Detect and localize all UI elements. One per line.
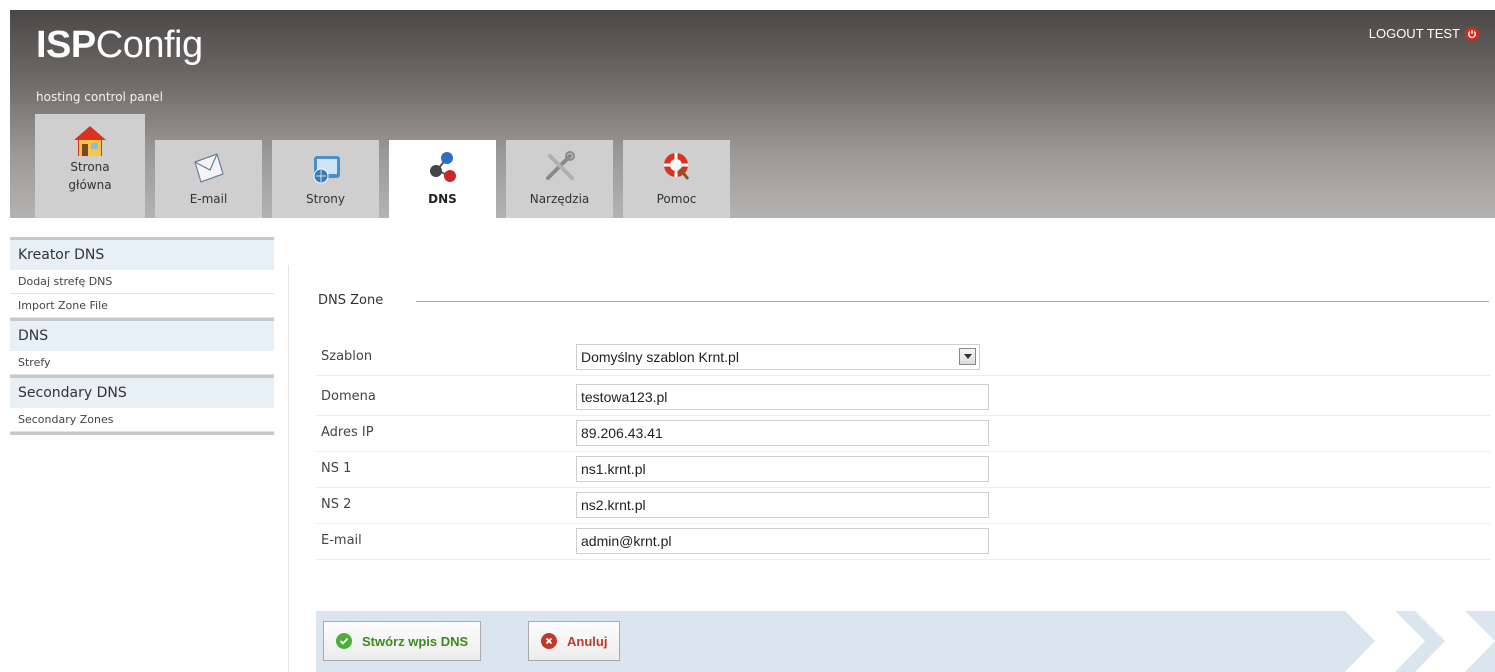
cancel-button-label: Anuluj [567, 633, 608, 649]
header: ISPConfig hosting control panel LOGOUT T… [10, 10, 1495, 218]
domain-input[interactable]: testowa123.pl [576, 384, 989, 410]
form-row-ns1: NS 1 ns1.krnt.pl [316, 452, 1490, 488]
sidebar-item-import-zone-file[interactable]: Import Zone File [10, 294, 274, 318]
form-row-ip: Adres IP 89.206.43.41 [316, 416, 1490, 452]
template-label: Szablon [321, 349, 373, 364]
logout-button[interactable]: LOGOUT TEST [1369, 26, 1479, 41]
template-select-value: Domyślny szablon Krnt.pl [581, 349, 739, 365]
content-divider [288, 265, 289, 672]
ip-input[interactable]: 89.206.43.41 [576, 420, 989, 446]
fieldset-legend: DNS Zone [318, 293, 384, 308]
chevron-down-icon[interactable] [959, 348, 976, 365]
form-row-template: Szablon Domyślny szablon Krnt.pl [316, 340, 1490, 376]
tab-websites-label: Strony [305, 192, 346, 206]
tab-home[interactable]: Strona główna [35, 114, 145, 218]
sidebar-item-add-dns-zone[interactable]: Dodaj strefę DNS [10, 270, 274, 294]
power-icon [1465, 26, 1479, 41]
network-icon [429, 152, 456, 182]
tab-websites[interactable]: Strony [272, 140, 379, 218]
form-row-domain: Domena testowa123.pl [316, 380, 1490, 416]
app-logo: ISPConfig [36, 24, 203, 66]
cancel-button[interactable]: Anuluj [528, 621, 621, 661]
tab-email-label: E-mail [189, 192, 228, 206]
create-dns-button[interactable]: Stwórz wpis DNS [323, 621, 482, 661]
sidebar-section-secondary-dns: Secondary DNS [10, 375, 274, 408]
sidebar-divider [10, 432, 274, 435]
tab-dns[interactable]: DNS [389, 140, 496, 218]
tab-home-label-2: główna [68, 178, 112, 192]
chevron-decoration [1345, 611, 1495, 672]
ns1-input[interactable]: ns1.krnt.pl [576, 456, 989, 482]
tab-help-label: Pomoc [656, 192, 697, 206]
sidebar-item-zones[interactable]: Strefy [10, 351, 274, 375]
email-label: E-mail [321, 533, 362, 548]
sidebar: Kreator DNS Dodaj strefę DNS Import Zone… [10, 237, 274, 435]
tab-tools[interactable]: Narzędzia [506, 140, 613, 218]
ns2-input[interactable]: ns2.krnt.pl [576, 492, 989, 518]
sidebar-section-dns-wizard: Kreator DNS [10, 237, 274, 270]
tools-icon [545, 151, 575, 180]
tab-dns-label: DNS [428, 192, 457, 206]
websites-icon [313, 156, 340, 184]
checkmark-icon [336, 633, 352, 649]
tab-help[interactable]: Pomoc [623, 140, 730, 218]
home-icon [74, 126, 106, 156]
template-select[interactable]: Domyślny szablon Krnt.pl [576, 344, 980, 370]
email-input[interactable]: admin@krnt.pl [576, 528, 989, 554]
ns2-label: NS 2 [321, 497, 352, 512]
tagline: hosting control panel [36, 90, 163, 104]
tab-email[interactable]: E-mail [155, 140, 262, 218]
sidebar-section-dns: DNS [10, 318, 274, 351]
domain-label: Domena [321, 389, 376, 404]
create-dns-button-label: Stwórz wpis DNS [362, 633, 469, 649]
logout-label: LOGOUT TEST [1368, 26, 1460, 41]
lifebuoy-icon [663, 153, 689, 180]
form-row-ns2: NS 2 ns2.krnt.pl [316, 488, 1490, 524]
envelope-icon [193, 153, 224, 183]
tab-tools-label: Narzędzia [529, 192, 590, 206]
ip-label: Adres IP [321, 425, 374, 440]
tab-home-label-1: Strona [70, 160, 110, 174]
legend-rule [416, 301, 1489, 302]
cancel-icon [541, 633, 557, 649]
button-bar: Stwórz wpis DNS Anuluj [316, 611, 1495, 672]
sidebar-item-secondary-zones[interactable]: Secondary Zones [10, 408, 274, 432]
ns1-label: NS 1 [321, 461, 352, 476]
form-row-email: E-mail admin@krnt.pl [316, 524, 1490, 560]
